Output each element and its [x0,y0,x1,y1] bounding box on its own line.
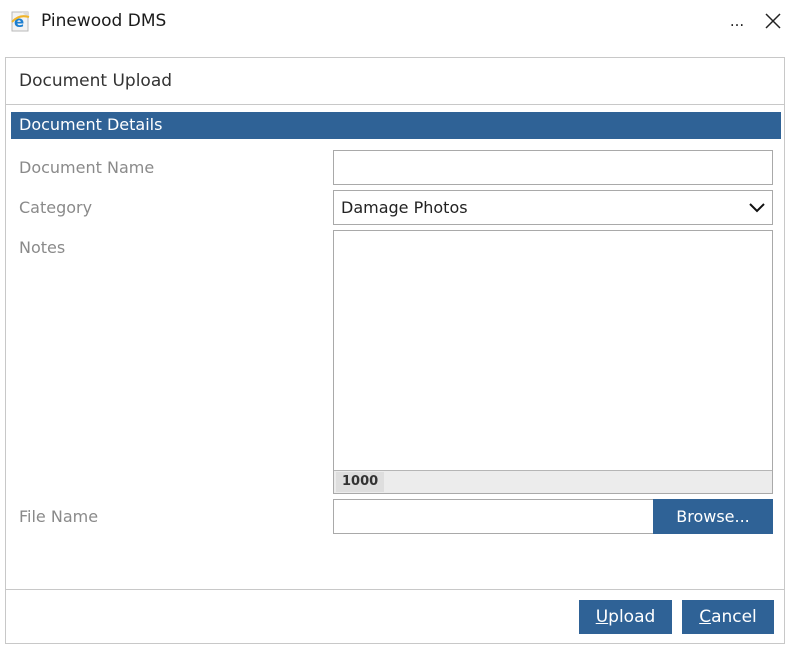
close-icon[interactable] [760,8,786,34]
upload-dialog: Document Upload Document Details Documen… [5,57,785,644]
cancel-accel-key: C [699,607,712,627]
ie-icon: e [11,11,30,32]
dialog-header: Document Upload [6,58,784,105]
section-header: Document Details [11,112,781,139]
upload-accel-key: U [595,607,609,627]
file-name-input[interactable] [333,499,653,534]
upload-label-rest: pload [608,607,656,627]
category-label: Category [19,198,93,217]
document-name-input[interactable] [333,150,773,185]
more-options-button[interactable]: ... [726,8,748,34]
chevron-down-icon [749,203,765,213]
app-window: e Pinewood DMS ... Document Upload Docum… [0,0,789,648]
notes-label: Notes [19,238,66,257]
footer-divider [6,589,784,590]
cancel-button[interactable]: Cancel [682,600,774,634]
dialog-title: Document Upload [19,71,173,91]
cancel-label-rest: ancel [711,607,757,627]
category-selected-value: Damage Photos [341,198,468,217]
section-title: Document Details [19,115,163,134]
category-select[interactable]: Damage Photos [333,190,773,225]
title-bar: e Pinewood DMS ... [0,0,789,42]
notes-textarea[interactable]: 1000 [333,230,773,494]
file-name-label: File Name [19,507,99,526]
char-count-badge: 1000 [336,472,385,492]
browse-button[interactable]: Browse... [653,499,773,534]
document-name-label: Document Name [19,158,155,177]
notes-counter-bar: 1000 [334,470,772,493]
upload-button[interactable]: Upload [579,600,672,634]
window-title: Pinewood DMS [41,11,167,31]
